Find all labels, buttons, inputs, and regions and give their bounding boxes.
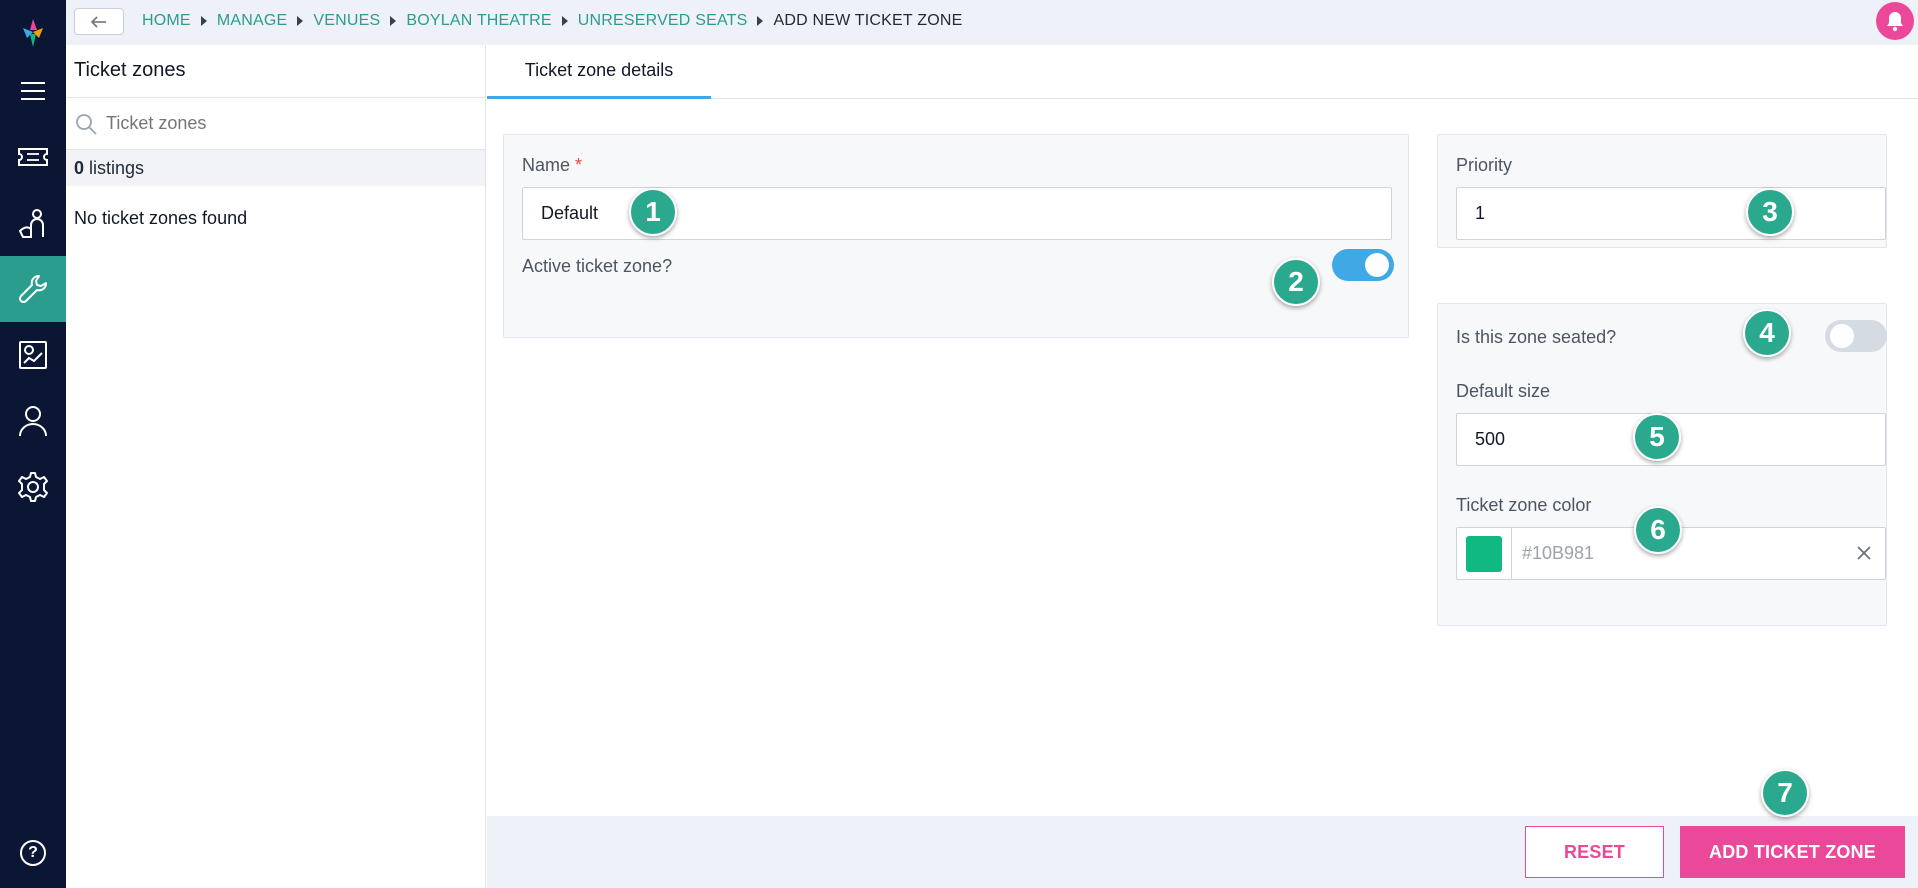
step-badge-3: 3: [1746, 188, 1794, 236]
breadcrumb-separator-icon: [390, 16, 397, 26]
back-button[interactable]: [74, 8, 124, 35]
sidebar-search: [66, 98, 485, 150]
breadcrumb-venues[interactable]: VENUES: [313, 12, 380, 30]
active-label: Active ticket zone?: [522, 256, 673, 276]
name-value: Default: [541, 203, 599, 223]
empty-message: No ticket zones found: [74, 208, 248, 228]
breadcrumb-seating[interactable]: UNRESERVED SEATS: [578, 12, 748, 30]
bell-icon: [1887, 12, 1903, 32]
notifications-button[interactable]: [1876, 2, 1914, 40]
ticket-icon[interactable]: [0, 124, 66, 190]
breadcrumb-separator-icon: [297, 16, 304, 26]
logo-icon[interactable]: [0, 0, 66, 66]
name-label: Name *: [522, 155, 583, 175]
breadcrumb-separator-icon: [561, 16, 568, 26]
toggle-knob: [1365, 253, 1389, 277]
breadcrumb-venue[interactable]: BOYLAN THEATRE: [406, 12, 551, 30]
add-ticket-zone-button[interactable]: ADD TICKET ZONE: [1680, 826, 1905, 878]
breadcrumb-manage[interactable]: MANAGE: [217, 12, 288, 30]
person-icon[interactable]: [0, 388, 66, 454]
form-footer: RESET ADD TICKET ZONE: [487, 816, 1918, 888]
sidebar-title: Ticket zones: [66, 45, 485, 98]
step-badge-4: 4: [1743, 309, 1791, 357]
required-mark: *: [575, 155, 583, 175]
reset-button[interactable]: RESET: [1525, 826, 1664, 878]
step-badge-5: 5: [1633, 413, 1681, 461]
name-card: Name * Default Active ticket zone?: [503, 134, 1409, 338]
priority-card: Priority 1: [1437, 134, 1887, 248]
color-label: Ticket zone color: [1456, 495, 1592, 515]
seating-card: Is this zone seated? Default size 500 Ti…: [1437, 303, 1887, 626]
search-input[interactable]: [106, 113, 446, 134]
breadcrumb-current: ADD NEW TICKET ZONE: [773, 12, 963, 29]
users-icon[interactable]: [0, 190, 66, 256]
menu-icon[interactable]: [0, 58, 66, 124]
step-badge-1: 1: [629, 188, 677, 236]
main-content: Ticket zone details Name * Default Activ…: [487, 45, 1918, 888]
step-badge-7: 7: [1761, 769, 1809, 817]
breadcrumb-separator-icon: [757, 16, 764, 26]
default-size-value: 500: [1475, 429, 1506, 449]
tab-bar: Ticket zone details: [487, 45, 1918, 99]
color-swatch: [1466, 535, 1502, 572]
listings-count-value: 0: [74, 157, 85, 178]
step-badge-6: 6: [1634, 506, 1682, 554]
priority-value: 1: [1475, 203, 1486, 223]
breadcrumb-home[interactable]: HOME: [142, 12, 191, 30]
seated-label: Is this zone seated?: [1456, 327, 1617, 347]
top-bar: HOME MANAGE VENUES BOYLAN THEATRE UNRESE…: [66, 0, 1918, 45]
listings-count-label: listings: [89, 157, 145, 178]
seated-toggle[interactable]: [1825, 320, 1887, 352]
breadcrumb-separator-icon: [200, 16, 207, 26]
wrench-icon[interactable]: [0, 256, 66, 322]
clear-icon[interactable]: [1853, 542, 1875, 564]
active-toggle[interactable]: [1332, 249, 1394, 281]
nav-rail: ?: [0, 0, 66, 888]
breadcrumb: HOME MANAGE VENUES BOYLAN THEATRE UNRESE…: [142, 0, 963, 42]
ticket-zones-sidebar: Ticket zones 0 listings No ticket zones …: [66, 45, 486, 888]
reports-icon[interactable]: [0, 322, 66, 388]
color-value: #10B981: [1522, 543, 1595, 563]
gear-icon[interactable]: [0, 454, 66, 520]
tab-ticket-zone-details[interactable]: Ticket zone details: [487, 45, 711, 99]
default-size-label: Default size: [1456, 381, 1551, 401]
priority-input[interactable]: 1: [1456, 187, 1886, 240]
arrow-left-icon: [90, 15, 106, 28]
color-swatch-button[interactable]: [1457, 528, 1512, 579]
step-badge-2: 2: [1272, 258, 1320, 306]
toggle-knob: [1830, 324, 1854, 348]
help-icon[interactable]: ?: [20, 840, 46, 866]
priority-label: Priority: [1456, 155, 1513, 175]
listings-count: 0 listings: [66, 150, 485, 186]
search-icon: [76, 113, 97, 135]
